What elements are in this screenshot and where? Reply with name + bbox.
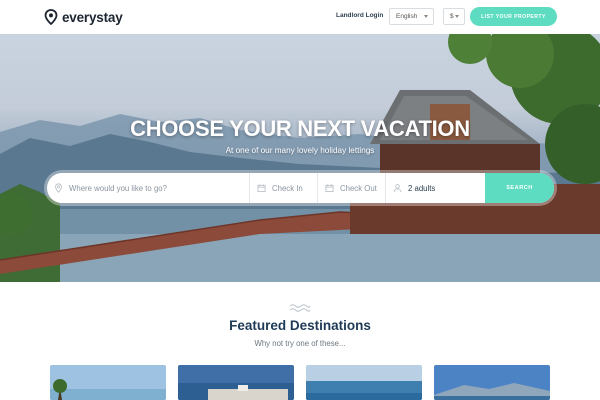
brand-name: everystay [62,9,123,25]
language-select[interactable]: English [389,8,434,25]
sea-horizon-photo [306,365,422,400]
calendar-icon [325,184,334,193]
list-your-property-button[interactable]: LIST YOUR PROPERTY [470,7,557,26]
check-in-label: Check In [272,183,303,193]
hero-background-image [0,34,600,282]
featured-subtitle: Why not try one of these... [254,339,346,348]
person-icon [393,184,402,193]
mountain-bay-photo [434,365,550,400]
check-out-field[interactable]: Check Out [318,173,386,203]
language-value: English [396,13,418,20]
check-in-field[interactable]: Check In [250,173,318,203]
wave-icon [289,304,311,312]
search-bar: Where would you like to go? Check In Che… [44,170,557,206]
destination-field[interactable]: Where would you like to go? [47,173,250,203]
calendar-icon [257,184,266,193]
hero-banner: CHOOSE YOUR NEXT VACATION At one of our … [0,34,600,282]
chevron-down-icon [455,15,459,18]
featured-title: Featured Destinations [229,318,371,333]
location-pin-icon [44,9,58,25]
map-pin-icon [55,183,62,193]
tropical-palm-photo [50,365,166,400]
destination-card-2[interactable] [178,365,294,400]
search-bar-inner: Where would you like to go? Check In Che… [47,173,554,203]
hero-title: CHOOSE YOUR NEXT VACATION [130,116,470,141]
hero-subtitle: At one of our many lovely holiday lettin… [225,146,375,155]
brand-logo[interactable]: everystay [44,9,123,25]
chevron-down-icon [424,15,428,18]
destination-placeholder: Where would you like to go? [69,183,167,193]
check-out-label: Check Out [340,183,377,193]
destination-card-3[interactable] [306,365,422,400]
destination-card-4[interactable] [434,365,550,400]
guests-field[interactable]: 2 adults [386,173,485,203]
destination-card-1[interactable] [50,365,166,400]
search-button[interactable]: SEARCH [485,173,554,203]
coastal-town-photo [178,365,294,400]
guests-value: 2 adults [408,183,436,193]
currency-select[interactable]: $ [443,8,465,25]
currency-value: $ [450,13,454,20]
site-header: everystay Landlord Login English $ LIST … [0,0,600,34]
landlord-login-link[interactable]: Landlord Login [336,12,383,19]
